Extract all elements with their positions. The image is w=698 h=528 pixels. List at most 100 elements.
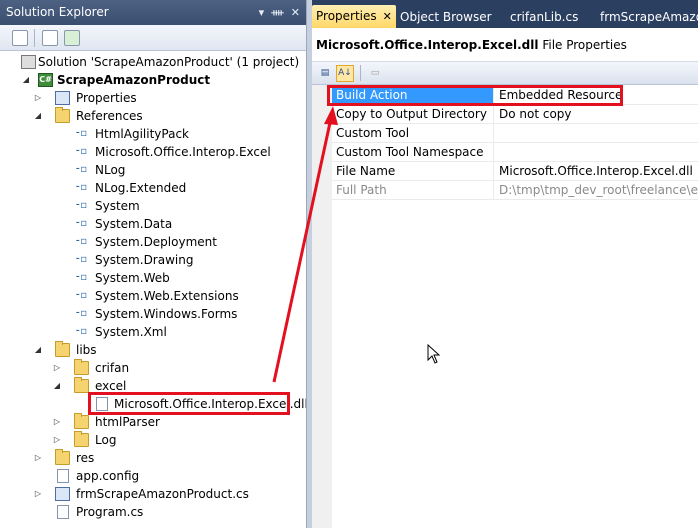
properties-toolbar: ▤ A↓ ▭: [312, 62, 698, 85]
property-value[interactable]: [495, 124, 698, 142]
close-panel-icon[interactable]: ✕: [291, 0, 300, 25]
tab-properties[interactable]: Properties ✕: [312, 5, 396, 28]
refresh-icon[interactable]: [64, 30, 80, 46]
object-name: Microsoft.Office.Interop.Excel.dll: [316, 38, 539, 52]
toolbar-separator: [360, 65, 361, 81]
reference-icon: ⁃▫: [75, 254, 87, 265]
property-value[interactable]: Embedded Resource: [495, 86, 698, 104]
property-name: Build Action: [332, 86, 494, 104]
tree-node-htmlparser[interactable]: ▷ htmlParser: [0, 413, 306, 431]
tree-node-form-cs[interactable]: ▷ frmScrapeAmazonProduct.cs: [0, 485, 306, 503]
tree-node-excel-dll[interactable]: Microsoft.Office.Interop.Excel.dll: [0, 395, 308, 413]
collapsed-arrow-icon[interactable]: ▷: [52, 413, 62, 431]
reference-item[interactable]: ⁃▫ System.Web: [0, 269, 306, 287]
tab-crifanlib[interactable]: crifanLib.cs: [506, 6, 582, 28]
solution-tree: Solution 'ScrapeAmazonProduct' (1 projec…: [0, 52, 308, 528]
tree-node-res[interactable]: ▷ res: [0, 449, 306, 467]
expanded-arrow-icon[interactable]: ◢: [52, 377, 62, 395]
property-pages-icon[interactable]: ▭: [366, 65, 384, 82]
property-row-custom-tool[interactable]: Custom Tool: [332, 124, 698, 143]
reference-item[interactable]: ⁃▫ System: [0, 197, 306, 215]
reference-icon: ⁃▫: [75, 218, 87, 229]
excel-label: excel: [95, 379, 127, 393]
property-row-file-name[interactable]: File Name Microsoft.Office.Interop.Excel…: [332, 162, 698, 181]
property-value[interactable]: Do not copy: [495, 105, 698, 123]
alphabetical-icon[interactable]: A↓: [336, 65, 354, 82]
tree-node-project[interactable]: ◢ C# ScrapeAmazonProduct: [0, 71, 306, 89]
toolbar-separator: [34, 29, 35, 47]
reference-item[interactable]: ⁃▫ System.Drawing: [0, 251, 306, 269]
tab-object-browser[interactable]: Object Browser: [396, 6, 496, 28]
reference-item[interactable]: ⁃▫ Microsoft.Office.Interop.Excel: [0, 143, 306, 161]
collapsed-arrow-icon[interactable]: ▷: [52, 359, 62, 377]
expanded-arrow-icon[interactable]: ◢: [33, 107, 43, 125]
reference-icon: ⁃▫: [75, 200, 87, 211]
reference-label: System.Web: [95, 271, 170, 285]
references-label: References: [76, 109, 143, 123]
tab-frm-scrape[interactable]: frmScrapeAmazonProduct.cs: [596, 6, 698, 28]
categorized-icon[interactable]: ▤: [316, 65, 334, 82]
expanded-arrow-icon[interactable]: ◢: [33, 341, 43, 359]
cs-file-icon: [57, 505, 69, 519]
tree-node-libs[interactable]: ◢ libs: [0, 341, 306, 359]
property-value[interactable]: Microsoft.Office.Interop.Excel.dll: [495, 162, 698, 180]
log-label: Log: [95, 433, 117, 447]
property-name: Custom Tool: [332, 124, 494, 142]
reference-item[interactable]: ⁃▫ HtmlAgilityPack: [0, 125, 306, 143]
reference-item[interactable]: ⁃▫ NLog.Extended: [0, 179, 306, 197]
tree-node-crifan[interactable]: ▷ crifan: [0, 359, 306, 377]
property-row-custom-tool-namespace[interactable]: Custom Tool Namespace: [332, 143, 698, 162]
tab-label: crifanLib.cs: [510, 10, 579, 24]
tree-node-solution[interactable]: Solution 'ScrapeAmazonProduct' (1 projec…: [0, 53, 306, 71]
property-row-full-path[interactable]: Full Path D:\tmp\tmp_dev_root\freelance\…: [332, 181, 698, 200]
reference-icon: ⁃▫: [75, 272, 87, 283]
property-value[interactable]: [495, 143, 698, 161]
tab-label: Properties: [316, 9, 377, 23]
reference-label: NLog: [95, 163, 126, 177]
reference-item[interactable]: ⁃▫ System.Deployment: [0, 233, 306, 251]
properties-object-header[interactable]: Microsoft.Office.Interop.Excel.dll File …: [312, 28, 698, 62]
tree-node-references[interactable]: ◢ References: [0, 107, 306, 125]
reference-item[interactable]: ⁃▫ System.Windows.Forms: [0, 305, 306, 323]
project-label: ScrapeAmazonProduct: [57, 73, 211, 87]
tree-node-properties[interactable]: ▷ Properties: [0, 89, 306, 107]
tree-node-program-cs[interactable]: Program.cs: [0, 503, 306, 521]
tree-node-excel[interactable]: ◢ excel: [0, 377, 306, 395]
collapsed-arrow-icon[interactable]: ▷: [33, 89, 43, 107]
property-name: Copy to Output Directory: [332, 105, 494, 123]
reference-icon: ⁃▫: [75, 236, 87, 247]
reference-item[interactable]: ⁃▫ System.Data: [0, 215, 306, 233]
property-row-copy-to-output[interactable]: Copy to Output Directory Do not copy: [332, 105, 698, 124]
show-all-files-icon[interactable]: [42, 30, 58, 46]
property-name: File Name: [332, 162, 494, 180]
reference-label: Microsoft.Office.Interop.Excel: [95, 145, 271, 159]
program-cs-label: Program.cs: [76, 505, 144, 519]
excel-dll-label: Microsoft.Office.Interop.Excel.dll: [114, 397, 308, 411]
properties-label: Properties: [76, 91, 137, 105]
collapsed-arrow-icon[interactable]: ▷: [33, 449, 43, 467]
tree-node-app-config[interactable]: app.config: [0, 467, 306, 485]
property-value: D:\tmp\tmp_dev_root\freelance\elance: [499, 183, 698, 197]
collapsed-arrow-icon[interactable]: ▷: [33, 485, 43, 503]
collapsed-arrow-icon[interactable]: ▷: [52, 431, 62, 449]
reference-item[interactable]: ⁃▫ System.Web.Extensions: [0, 287, 306, 305]
property-row-build-action[interactable]: Build Action Embedded Resource: [332, 86, 698, 105]
tab-label: Object Browser: [400, 10, 492, 24]
close-tab-icon[interactable]: ✕: [383, 10, 392, 23]
solution-explorer-toolbar: [0, 25, 306, 51]
folder-icon: [74, 377, 89, 393]
tree-node-log[interactable]: ▷ Log: [0, 431, 306, 449]
folder-icon: [55, 341, 70, 357]
solution-icon: [21, 55, 36, 69]
auto-hide-pin-icon[interactable]: ᚓ: [271, 0, 284, 25]
reference-label: System.Deployment: [95, 235, 217, 249]
reference-icon: ⁃▫: [75, 128, 87, 139]
window-position-dropdown-icon[interactable]: ▾: [259, 0, 265, 25]
properties-panel: Properties ✕ Object Browser crifanLib.cs …: [312, 0, 698, 528]
solution-label: Solution 'ScrapeAmazonProduct' (1 projec…: [38, 55, 300, 69]
properties-window-icon[interactable]: [12, 30, 28, 46]
expanded-arrow-icon[interactable]: ◢: [21, 71, 31, 89]
reference-label: System: [95, 199, 140, 213]
reference-item[interactable]: ⁃▫ NLog: [0, 161, 306, 179]
reference-item[interactable]: ⁃▫ System.Xml: [0, 323, 306, 341]
